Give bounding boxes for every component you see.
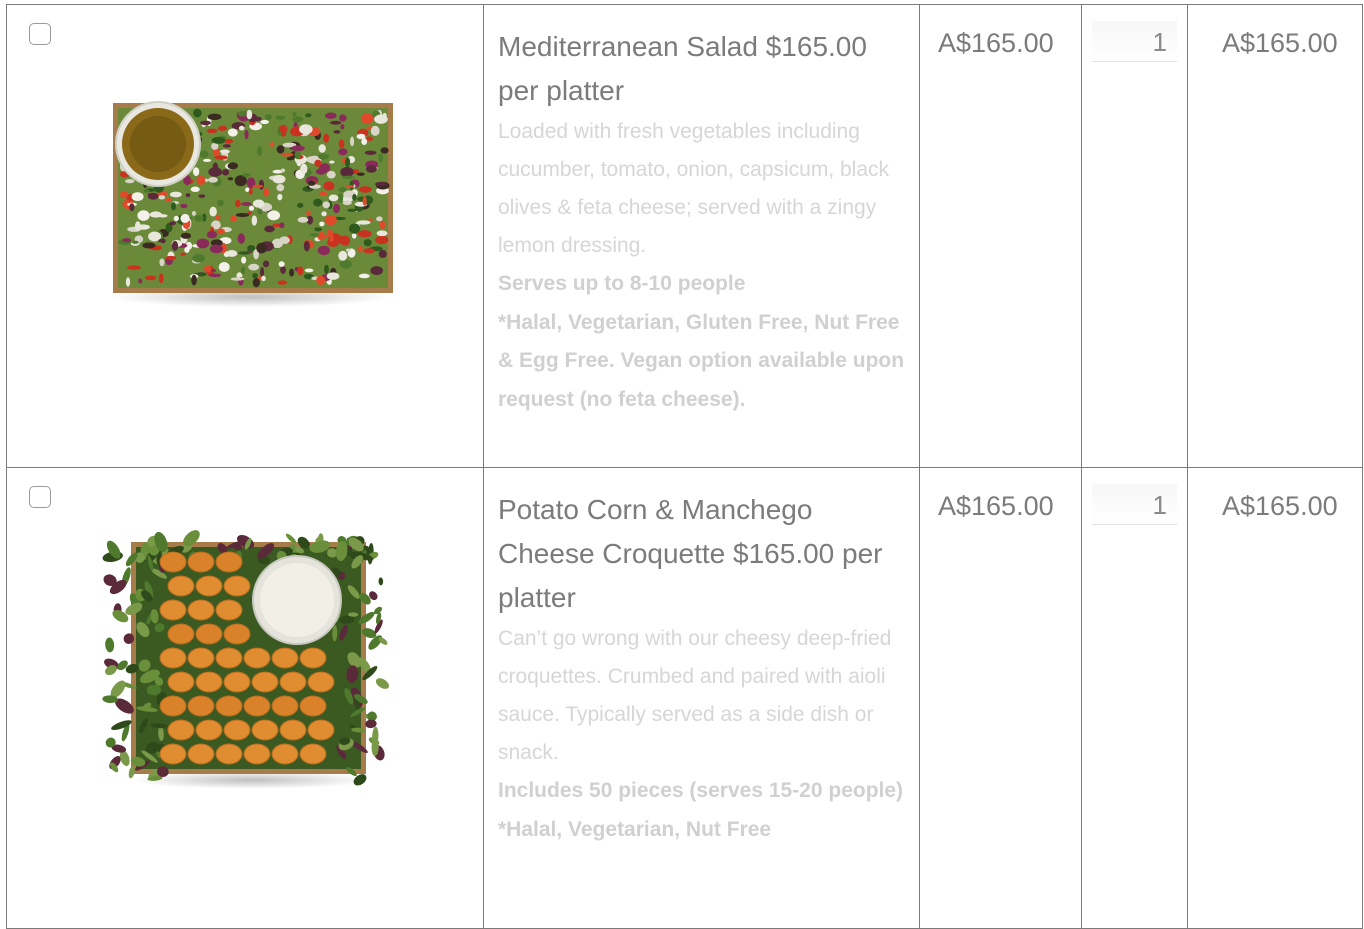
quantity-input[interactable]: 1 <box>1092 21 1177 62</box>
price-cell: A$165.00 <box>919 467 1082 929</box>
salad-platter-image <box>110 101 393 307</box>
select-item-checkbox[interactable] <box>29 23 51 45</box>
product-image-cell <box>6 467 484 929</box>
product-description: Loaded with fresh vegetables including c… <box>498 120 890 257</box>
product-image-cell <box>6 4 484 468</box>
unit-price: A$165.00 <box>938 28 1054 58</box>
select-item-checkbox[interactable] <box>29 486 51 508</box>
cart-row: Potato Corn & Manchego Cheese Croquette … <box>6 467 1363 929</box>
product-title[interactable]: Potato Corn & Manchego Cheese Croquette … <box>498 488 905 620</box>
line-subtotal: A$165.00 <box>1222 491 1338 521</box>
croquette-platter-image <box>102 530 390 789</box>
subtotal-cell: A$165.00 <box>1187 4 1363 468</box>
line-subtotal: A$165.00 <box>1222 28 1338 58</box>
product-description-cell: Potato Corn & Manchego Cheese Croquette … <box>483 467 920 929</box>
product-serves: Includes 50 pieces (serves 15-20 people) <box>498 779 904 802</box>
subtotal-cell: A$165.00 <box>1187 467 1363 929</box>
product-dietary: *Halal, Vegetarian, Nut Free <box>498 817 772 841</box>
quantity-cell: 1 <box>1081 4 1188 468</box>
product-title[interactable]: Mediterranean Salad $165.00 per platter <box>498 25 905 113</box>
product-dietary: *Halal, Vegetarian, Gluten Free, Nut Fre… <box>498 310 905 411</box>
cart-table: Mediterranean Salad $165.00 per platter … <box>6 4 1363 929</box>
unit-price: A$165.00 <box>938 491 1054 521</box>
quantity-cell: 1 <box>1081 467 1188 929</box>
product-serves: Serves up to 8-10 people <box>498 272 746 295</box>
cart-row: Mediterranean Salad $165.00 per platter … <box>6 4 1363 468</box>
product-description: Can’t go wrong with our cheesy deep-frie… <box>498 627 892 764</box>
price-cell: A$165.00 <box>919 4 1082 468</box>
quantity-input[interactable]: 1 <box>1092 484 1177 525</box>
product-description-cell: Mediterranean Salad $165.00 per platter … <box>483 4 920 468</box>
